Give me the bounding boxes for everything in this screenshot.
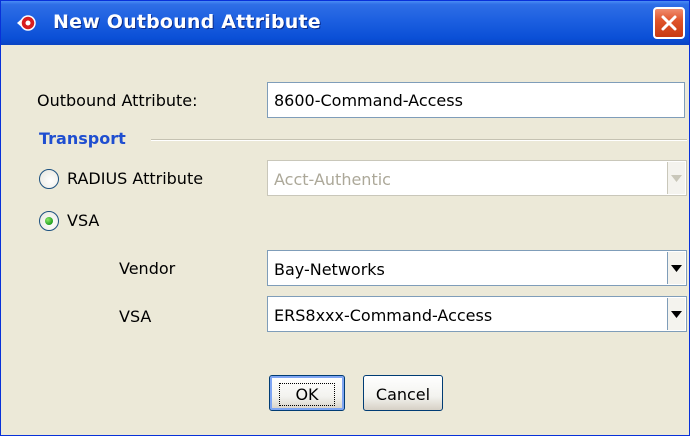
cancel-button-label: Cancel [375,385,431,404]
ok-button[interactable]: OK [269,375,345,411]
vendor-value: Bay-Networks [274,260,385,279]
transport-divider [151,139,687,141]
outbound-attribute-label: Outbound Attribute: [37,91,198,110]
chevron-down-icon [671,175,682,182]
close-button[interactable] [653,7,685,39]
transport-section-title: Transport [39,129,126,148]
dropdown-arrow-disabled [667,162,685,194]
vsa-value: ERS8xxx-Command-Access [274,306,493,325]
vendor-dropdown-arrow[interactable] [667,252,685,284]
vsa-option-label[interactable]: VSA [67,211,99,230]
radius-attribute-value: Acct-Authentic [274,170,391,189]
title-bar[interactable]: New Outbound Attribute [1,1,689,45]
radius-attribute-dropdown: Acct-Authentic [267,160,687,196]
dialog-body: Outbound Attribute: 8600-Command-Access … [15,45,687,433]
dialog-window: New Outbound Attribute Outbound Attribut… [0,0,690,436]
close-icon [661,15,677,31]
vendor-dropdown[interactable]: Bay-Networks [267,250,687,286]
vsa-dropdown[interactable]: ERS8xxx-Command-Access [267,296,687,332]
vsa-radio[interactable] [39,211,59,231]
dialog-title: New Outbound Attribute [53,11,321,33]
outbound-attribute-input[interactable]: 8600-Command-Access [267,82,685,118]
vendor-label: Vendor [119,259,176,278]
radius-attribute-label[interactable]: RADIUS Attribute [67,169,203,188]
chevron-down-icon [671,311,682,318]
vsa-dropdown-arrow[interactable] [667,298,685,330]
vsa-label: VSA [119,307,152,326]
app-logo-icon [17,15,36,31]
chevron-down-icon [671,265,682,272]
radio-selected-dot [45,217,53,225]
ok-button-label: OK [279,383,335,406]
radius-attribute-radio[interactable] [39,169,59,189]
cancel-button[interactable]: Cancel [363,375,443,411]
